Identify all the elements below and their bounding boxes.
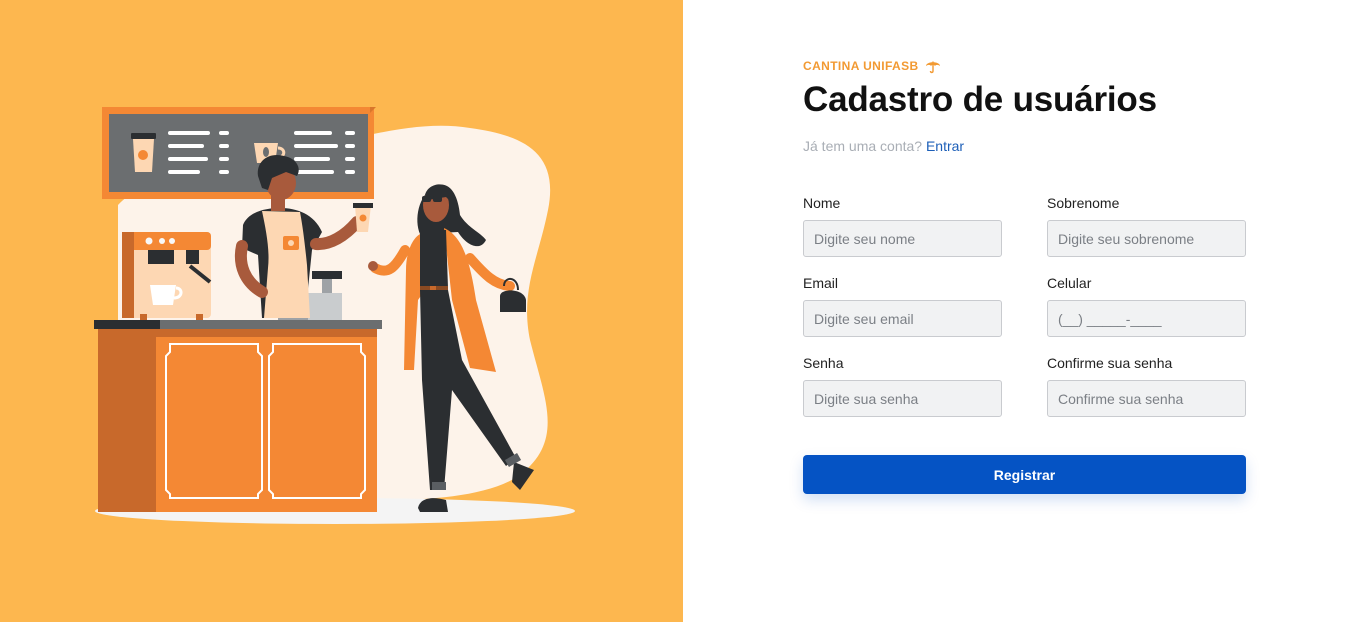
brand: CANTINA UNIFASB [803, 58, 941, 74]
page: CANTINA UNIFASB Cadastro de usuários Já … [0, 0, 1366, 622]
page-title: Cadastro de usuários [803, 80, 1157, 119]
login-prompt-text: Já tem uma conta? [803, 138, 923, 154]
senha-field: Senha [803, 355, 1002, 417]
register-button[interactable]: Registrar [803, 455, 1246, 494]
counter [94, 320, 382, 512]
nome-field: Nome [803, 195, 1002, 257]
brand-name: CANTINA UNIFASB [803, 59, 919, 73]
cafe-illustration [94, 107, 575, 524]
celular-input[interactable] [1047, 300, 1246, 337]
email-label: Email [803, 275, 839, 291]
sobrenome-input[interactable] [1047, 220, 1246, 257]
senha-label: Senha [803, 355, 844, 371]
celular-label: Celular [1047, 275, 1092, 291]
umbrella-icon [925, 61, 940, 74]
confirmar-senha-input[interactable] [1047, 380, 1246, 417]
sobrenome-field: Sobrenome [1047, 195, 1246, 257]
senha-input[interactable] [803, 380, 1002, 417]
confirmar-senha-field: Confirme sua senha [1047, 355, 1246, 417]
celular-field: Celular [1047, 275, 1246, 337]
registration-panel: CANTINA UNIFASB Cadastro de usuários Já … [683, 0, 1366, 622]
confirmar-senha-label: Confirme sua senha [1047, 355, 1173, 371]
nome-label: Nome [803, 195, 841, 211]
email-input[interactable] [803, 300, 1002, 337]
illustration-panel [0, 0, 683, 622]
login-prompt: Já tem uma conta? Entrar [803, 138, 964, 154]
nome-input[interactable] [803, 220, 1002, 257]
menu-board [102, 107, 376, 199]
coffee-machine [122, 232, 212, 322]
login-link[interactable]: Entrar [926, 138, 964, 154]
sobrenome-label: Sobrenome [1047, 195, 1120, 211]
email-field: Email [803, 275, 1002, 337]
